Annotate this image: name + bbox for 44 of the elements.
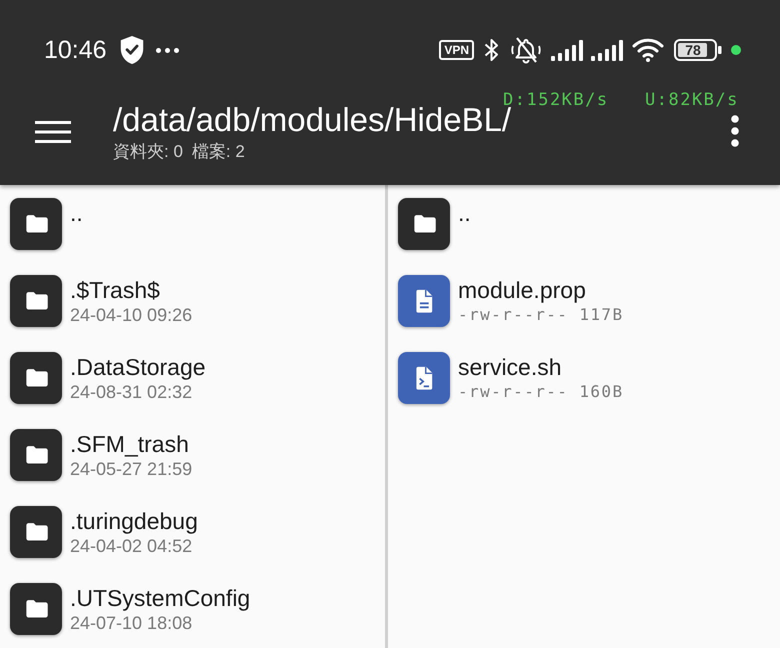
muted-bell-icon [511,36,541,64]
file-permissions-size: -rw-r--r-- 160B [458,380,624,402]
modified-date: 24-04-10 09:26 [70,304,192,326]
folder-icon [398,198,450,250]
folder-name[interactable]: .$Trash$ [70,276,160,304]
folder-icon [10,274,62,326]
wifi-icon [632,38,664,62]
folder-icon [10,582,62,634]
folder-count: 資料夾: 0 [113,141,183,163]
folder-icon [10,198,62,250]
script-file-icon [398,352,450,404]
status-time: 10:46 [44,35,107,65]
bluetooth-icon [484,38,499,62]
folder-icon [10,506,62,558]
folder-name[interactable]: .DataStorage [70,352,206,380]
vpn-badge: VPN [439,40,474,60]
upload-speed: U:82KB/s [645,89,739,111]
file-count: 檔案: 2 [192,141,245,163]
folder-name[interactable]: .UTSystemConfig [70,584,250,612]
signal-icon [591,40,624,60]
document-file-icon [398,274,450,326]
modified-date: 24-04-02 04:52 [70,534,192,556]
more-notifications-icon [156,48,179,52]
folder-icon [10,428,62,480]
more-options-button[interactable] [731,115,739,147]
battery-percentage: 78 [684,41,702,59]
menu-button[interactable] [35,121,71,143]
modified-date: 24-08-31 02:32 [70,380,192,402]
indicator-dot-icon [731,45,741,55]
file-name[interactable]: service.sh [458,352,562,380]
signal-icon [551,40,584,60]
folder-icon [10,352,62,404]
folder-name[interactable]: .. [458,198,471,226]
modified-date: 24-07-10 18:08 [70,612,192,634]
more-vertical-icon [731,115,739,147]
battery-icon [674,39,722,61]
folder-name[interactable]: .. [70,198,83,226]
menu-icon [35,121,71,143]
file-permissions-size: -rw-r--r-- 117B [458,304,624,326]
folder-name[interactable]: .turingdebug [70,506,198,534]
shield-check-icon [118,36,145,64]
folder-name[interactable]: .SFM_trash [70,430,189,458]
file-name[interactable]: module.prop [458,276,586,304]
modified-date: 24-05-27 21:59 [70,458,192,480]
